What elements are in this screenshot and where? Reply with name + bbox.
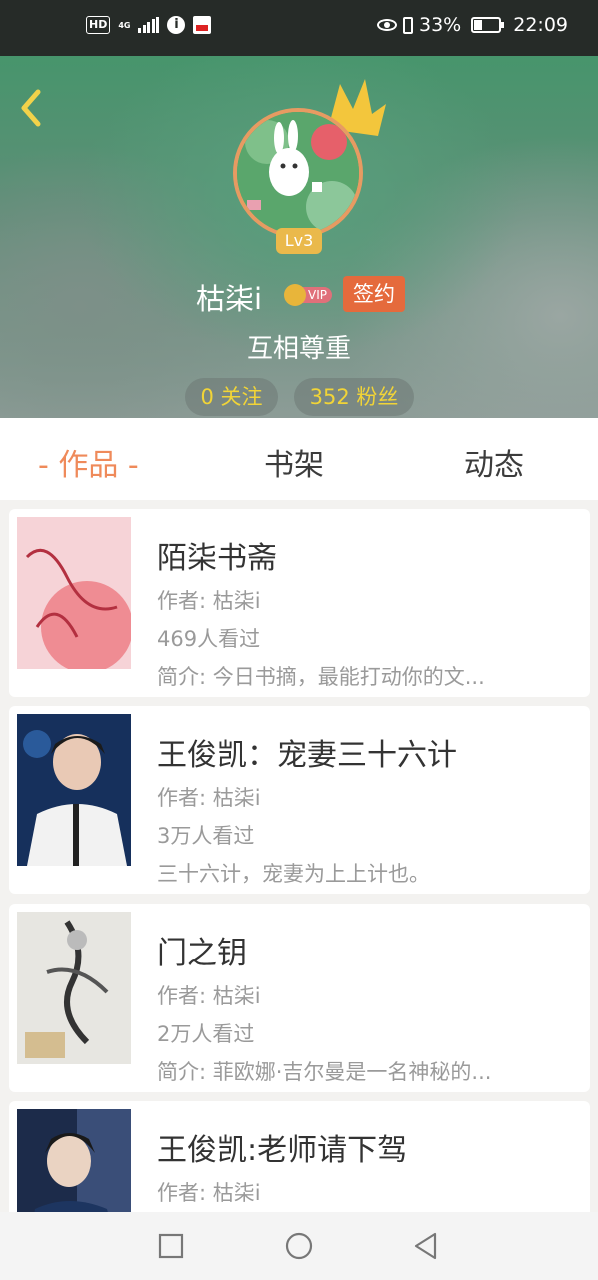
avatar-image <box>237 112 359 234</box>
recent-apps-icon[interactable] <box>155 1230 187 1262</box>
book-title: 陌柒书斋 <box>157 541 277 576</box>
tab-activity[interactable]: 动态 <box>464 440 524 484</box>
battery-percent: 33% <box>419 14 462 36</box>
following-count[interactable]: 0 关注 <box>185 378 278 416</box>
book-cover <box>17 912 131 1064</box>
back-arrow-icon <box>21 89 41 127</box>
clock: 22:09 <box>513 14 568 36</box>
fans-count[interactable]: 352 粉丝 <box>294 378 414 416</box>
book-views: 469人看过 <box>157 627 261 651</box>
signed-badge: 签约 <box>343 276 405 312</box>
app-notification-icon <box>193 16 212 34</box>
book-views: 3万人看过 <box>157 824 255 848</box>
book-cover-image <box>17 912 131 1064</box>
back-nav-icon[interactable] <box>410 1230 442 1262</box>
profile-motto: 互相尊重 <box>246 334 351 364</box>
book-intro: 简介: 今日书摘，最能打动你的文... <box>157 665 485 689</box>
back-button[interactable] <box>14 86 50 130</box>
profile-tabs: - 作品 - 书架 动态 <box>0 418 598 500</box>
tab-bookshelf[interactable]: 书架 <box>264 440 324 484</box>
username: 枯柒i <box>196 282 263 316</box>
book-card[interactable]: 门之钥 作者: 枯柒i 2万人看过 简介: 菲欧娜·吉尔曼是一名神秘的... <box>9 904 590 1092</box>
book-cover <box>17 1109 131 1212</box>
vibrate-icon <box>403 16 413 34</box>
battery-icon <box>471 17 505 33</box>
profile-header: Lv3 枯柒i VIP 签约 互相尊重 0 关注 352 粉丝 <box>0 56 598 418</box>
book-card[interactable]: 王俊凯:老师请下驾 作者: 枯柒i <box>9 1101 590 1212</box>
hd-icon: HD <box>86 16 111 34</box>
book-title: 门之钥 <box>157 936 247 971</box>
works-list: 陌柒书斋 作者: 枯柒i 469人看过 简介: 今日书摘，最能打动你的文... … <box>0 500 598 1212</box>
book-title: 王俊凯:老师请下驾 <box>157 1133 408 1168</box>
book-intro: 三十六计，宠妻为上上计也。 <box>157 862 430 886</box>
book-cover-image <box>17 714 131 866</box>
book-author: 作者: 枯柒i <box>157 1181 261 1205</box>
book-card[interactable]: 王俊凯：宠妻三十六计 作者: 枯柒i 3万人看过 三十六计，宠妻为上上计也。 <box>9 706 590 894</box>
book-author: 作者: 枯柒i <box>157 589 261 613</box>
vip-crown-icon <box>284 284 306 306</box>
book-title: 王俊凯：宠妻三十六计 <box>157 738 457 773</box>
signal-icon <box>138 17 160 33</box>
vip-badge: VIP <box>284 284 336 306</box>
status-bar: HD 4G i 33% 22:09 <box>0 0 598 56</box>
name-row: 枯柒i VIP 签约 <box>0 274 598 316</box>
book-cover-image <box>17 1109 131 1212</box>
book-author: 作者: 枯柒i <box>157 984 261 1008</box>
book-intro: 简介: 菲欧娜·吉尔曼是一名神秘的... <box>157 1060 492 1084</box>
system-nav-bar <box>0 1212 598 1280</box>
eye-comfort-icon <box>377 19 397 31</box>
home-icon[interactable] <box>283 1230 315 1262</box>
book-cover-image <box>17 517 131 669</box>
book-cover <box>17 517 131 669</box>
info-notification-icon: i <box>167 16 186 34</box>
book-cover <box>17 714 131 866</box>
book-card[interactable]: 陌柒书斋 作者: 枯柒i 469人看过 简介: 今日书摘，最能打动你的文... <box>9 509 590 697</box>
avatar[interactable] <box>233 108 363 238</box>
book-views: 2万人看过 <box>157 1022 255 1046</box>
book-author: 作者: 枯柒i <box>157 786 261 810</box>
tab-works[interactable]: - 作品 - <box>38 440 139 484</box>
level-badge: Lv3 <box>276 228 322 254</box>
network-type: 4G <box>118 20 131 30</box>
